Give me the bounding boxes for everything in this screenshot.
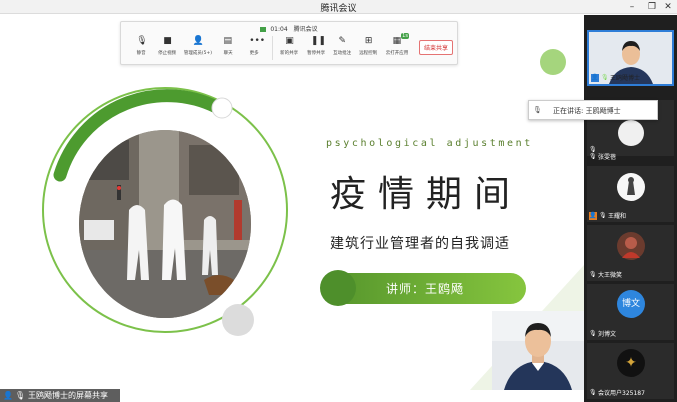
chat-label: 聊天 xyxy=(223,50,233,56)
participant-name: 张雯蓓 xyxy=(598,154,617,161)
mic-icon: 🎙 xyxy=(15,391,26,400)
remote-icon: ⊞ xyxy=(364,36,373,46)
participant-name: 王耀和 xyxy=(608,213,627,220)
user-icon: 👤 xyxy=(3,391,13,400)
new-share-label: 新的共享 xyxy=(280,50,299,56)
more-label: 更多 xyxy=(249,50,259,56)
participant-tile[interactable]: 👤 🎙 王耀和 xyxy=(587,166,674,222)
mic-muted-icon: 🎙 xyxy=(589,153,597,160)
members-icon: 👤 xyxy=(192,36,204,46)
annotate-label: 互动批注 xyxy=(333,50,352,56)
participant-label: 🎙 大王微笑 xyxy=(589,270,622,279)
slide-title: 疫情期间 xyxy=(330,174,523,215)
participant-label: 🎙 会议用户325187 xyxy=(589,388,645,397)
toolbar-status: 01:04 腾讯会议 xyxy=(121,24,457,33)
pause-share-label: 暂停共享 xyxy=(306,50,325,56)
mic-muted-icon: 🎙 xyxy=(599,212,607,219)
window-title: 腾讯会议 xyxy=(320,4,357,14)
lecturer-banner: 讲师：王鸥飏 xyxy=(326,273,526,304)
avatar: 博文 xyxy=(617,290,645,318)
mic-muted-icon: 🎙 xyxy=(589,389,597,396)
avatar xyxy=(617,232,645,260)
participant-name: 王鸥飏博士 xyxy=(610,75,641,82)
street-photo xyxy=(79,130,251,318)
remote-control-label: 远程控制 xyxy=(359,50,378,56)
screen-share-text: 王鸥飏博士的屏幕共享 xyxy=(28,391,108,400)
grey-dot-decoration xyxy=(222,304,254,336)
signal-icon xyxy=(260,27,267,32)
mic-muted-icon: 🎙 xyxy=(589,271,597,278)
pause-icon: ❚❚ xyxy=(310,36,326,46)
meeting-time: 01:04 xyxy=(270,26,288,33)
participant-label: 🎙 张雯蓓 xyxy=(589,152,616,161)
apps-badge: 1s xyxy=(401,33,409,39)
user-icon: 👤 xyxy=(589,211,597,220)
mic-icon: 🎙 xyxy=(136,36,148,46)
participant-name: 刘博文 xyxy=(598,331,617,338)
share-icon: ▣ xyxy=(285,36,294,46)
meeting-toolbar: 01:04 腾讯会议 🎙 静音 ■ 停止视频 👤 管理成员(5+) ▤ 聊天 •… xyxy=(120,21,458,65)
chat-icon: ▤ xyxy=(223,36,233,46)
slide-subtitle-en: psychological adjustment xyxy=(326,138,533,149)
mute-label: 静音 xyxy=(136,50,146,56)
mic-muted-icon: 🎙 xyxy=(589,330,597,337)
participant-name: 会议用户325187 xyxy=(598,390,645,397)
slide-subtitle: 建筑行业管理者的自我调适 xyxy=(330,236,510,252)
chat-button[interactable]: ▤ 聊天 xyxy=(216,36,240,56)
screen-share-status: 👤 🎙 王鸥飏博士的屏幕共享 xyxy=(0,389,120,402)
participant-tile[interactable]: 🎙 大王微笑 xyxy=(587,225,674,281)
minimize-icon[interactable]: – xyxy=(625,1,639,13)
host-icon: 👤 xyxy=(591,73,599,82)
avatar xyxy=(618,120,644,146)
restore-icon[interactable]: ❐ xyxy=(645,1,659,13)
remote-control-button[interactable]: ⊞ 远程控制 xyxy=(356,36,380,56)
mic-icon: 🎙 xyxy=(601,74,609,81)
avatar xyxy=(617,173,645,201)
title-bar: 腾讯会议 – ❐ ✕ xyxy=(0,0,677,14)
green-dot-decoration xyxy=(540,49,566,75)
toolbar-divider xyxy=(272,36,274,60)
pause-share-button[interactable]: ❚❚ 暂停共享 xyxy=(304,36,328,56)
manage-members-label: 管理成员(5+) xyxy=(183,50,212,56)
participant-tile[interactable]: 👤 🎙 王鸥飏博士 xyxy=(587,30,674,86)
mute-button[interactable]: 🎙 静音 xyxy=(129,36,153,56)
speaking-text: 正在讲话: 王鸥飏博士 xyxy=(553,107,621,115)
participants-panel: 👤 🎙 王鸥飏博士 🎙 🎙 张雯蓓 👤 🎙 王耀和 🎙 大王微笑 博文 🎙 刘博… xyxy=(584,15,677,402)
annotate-button[interactable]: ✎ 互动批注 xyxy=(330,36,354,56)
white-dot-decoration xyxy=(211,97,233,119)
camera-icon: ■ xyxy=(163,36,172,46)
new-share-button[interactable]: ▣ 新的共享 xyxy=(277,36,301,56)
speaking-indicator: 🎙 正在讲话: 王鸥飏博士 xyxy=(528,100,658,120)
close-icon[interactable]: ✕ xyxy=(661,1,675,13)
participant-tile[interactable]: ✦ 🎙 会议用户325187 xyxy=(587,343,674,399)
lecturer-dot-decoration xyxy=(320,270,356,306)
participant-label: 🎙 刘博文 xyxy=(589,329,616,338)
shared-slide: psychological adjustment 疫情期间 建筑行业管理者的自我… xyxy=(0,15,584,390)
stop-share-button[interactable]: 结束共享 xyxy=(418,40,453,55)
manage-members-button[interactable]: 👤 管理成员(5+) xyxy=(182,36,214,56)
presenter-camera-overlay xyxy=(492,311,584,390)
participant-label: 👤 🎙 王鸥飏博士 xyxy=(591,73,640,82)
annotate-icon: ✎ xyxy=(338,36,347,46)
cloud-apps-label: 云打开应用 xyxy=(385,50,409,56)
stop-video-button[interactable]: ■ 停止视频 xyxy=(155,36,179,56)
meeting-window: 腾讯会议 – ❐ ✕ psychological adjustment 疫情期间… xyxy=(0,0,677,402)
speaker-icon: 🎙 xyxy=(533,106,542,114)
more-icon: ••• xyxy=(249,36,266,46)
participant-tile[interactable]: 博文 🎙 刘博文 xyxy=(587,284,674,340)
cloud-apps-button[interactable]: ▦ 1s 云打开应用 xyxy=(383,33,411,56)
stop-video-label: 停止视频 xyxy=(158,50,177,56)
more-button[interactable]: ••• 更多 xyxy=(242,36,266,56)
lecturer-text: 讲师：王鸥飏 xyxy=(386,282,465,296)
participant-name: 大王微笑 xyxy=(598,272,623,279)
avatar: ✦ xyxy=(617,349,645,377)
meeting-app-label: 腾讯会议 xyxy=(293,26,318,33)
participant-label: 👤 🎙 王耀和 xyxy=(589,211,626,220)
